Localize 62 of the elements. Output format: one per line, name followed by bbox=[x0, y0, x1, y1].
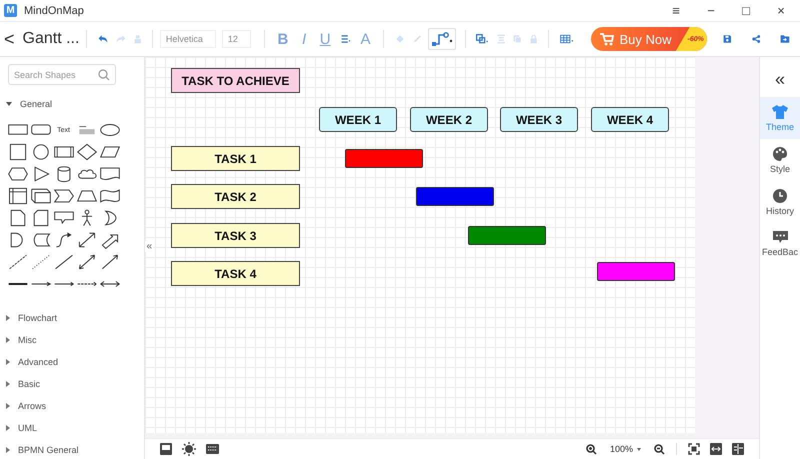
line-icon[interactable] bbox=[52, 253, 74, 271]
page-layout-icon[interactable] bbox=[732, 443, 744, 455]
shape-category[interactable]: Flowchart bbox=[0, 307, 144, 329]
task-box: TASK 1 bbox=[171, 146, 300, 171]
fit-screen-icon[interactable] bbox=[688, 443, 700, 455]
week-box: WEEK 3 bbox=[500, 107, 578, 132]
ellipse-icon[interactable] bbox=[98, 121, 120, 139]
zoom-in-icon[interactable] bbox=[586, 444, 597, 454]
window-control-button[interactable]: − bbox=[695, 3, 727, 18]
back-button[interactable]: < bbox=[4, 28, 15, 50]
zoom-level-select[interactable]: 100% bbox=[610, 444, 641, 454]
fit-width-icon[interactable] bbox=[710, 443, 722, 455]
week-box: WEEK 1 bbox=[319, 107, 397, 132]
collapse-panel-button[interactable]: « bbox=[774, 61, 785, 97]
task-box: TASK 3 bbox=[171, 223, 300, 248]
hexagon-icon[interactable] bbox=[6, 165, 28, 183]
window-control-button[interactable]: × bbox=[765, 3, 797, 18]
panel-tab[interactable]: FeedBac bbox=[760, 223, 800, 265]
image-icon[interactable] bbox=[160, 443, 172, 455]
panel-tab[interactable]: Style bbox=[760, 139, 800, 181]
shape-category[interactable]: General bbox=[0, 93, 144, 115]
clock-icon bbox=[773, 188, 787, 202]
shape-category[interactable]: Basic bbox=[0, 373, 144, 395]
connector-style-button[interactable] bbox=[428, 28, 456, 50]
week-box: WEEK 2 bbox=[410, 107, 488, 132]
task-box: TASK 2 bbox=[171, 184, 300, 209]
document-icon[interactable] bbox=[98, 165, 120, 183]
callout-icon[interactable] bbox=[52, 209, 74, 227]
window-control-button[interactable]: ≡ bbox=[660, 3, 692, 18]
shape-category[interactable]: Advanced bbox=[0, 351, 144, 373]
tape-icon[interactable] bbox=[98, 187, 120, 205]
window-title: MindOnMap bbox=[24, 4, 84, 16]
window-control-button[interactable]: □ bbox=[730, 3, 762, 18]
share-icon[interactable] bbox=[752, 32, 760, 46]
shape-category[interactable]: Misc bbox=[0, 329, 144, 351]
title-box: TASK TO ACHIEVE bbox=[171, 68, 300, 93]
palette-icon bbox=[773, 146, 787, 160]
zoom-out-icon[interactable] bbox=[654, 444, 665, 454]
dashed-line-icon[interactable] bbox=[6, 253, 28, 271]
panel-tab[interactable]: History bbox=[760, 181, 800, 223]
align-icon[interactable] bbox=[340, 33, 350, 45]
cart-icon bbox=[600, 32, 614, 46]
shape-category[interactable]: BPMN General bbox=[0, 439, 144, 459]
collapse-sidebar-button[interactable]: « bbox=[145, 241, 153, 252]
table-icon[interactable] bbox=[560, 32, 574, 46]
diamond-icon[interactable] bbox=[76, 143, 98, 161]
task-box: TASK 4 bbox=[171, 261, 300, 286]
search-icon bbox=[98, 69, 110, 81]
shape-category[interactable]: Arrows bbox=[0, 395, 144, 417]
internal-storage-icon[interactable] bbox=[6, 187, 28, 205]
sun-icon[interactable] bbox=[182, 442, 196, 456]
shirt-icon bbox=[772, 104, 788, 118]
dotted-line-icon[interactable] bbox=[30, 253, 52, 271]
app-logo: M bbox=[4, 4, 17, 17]
search-field[interactable]: Search Shapes bbox=[8, 64, 116, 85]
document-title: Gantt ... bbox=[22, 30, 80, 48]
step-icon[interactable] bbox=[52, 187, 74, 205]
chat-icon bbox=[772, 231, 788, 244]
cube-icon[interactable] bbox=[30, 187, 52, 205]
week-box: WEEK 4 bbox=[591, 107, 669, 132]
shape-category[interactable]: UML bbox=[0, 417, 144, 439]
keyboard-icon[interactable] bbox=[206, 444, 219, 454]
